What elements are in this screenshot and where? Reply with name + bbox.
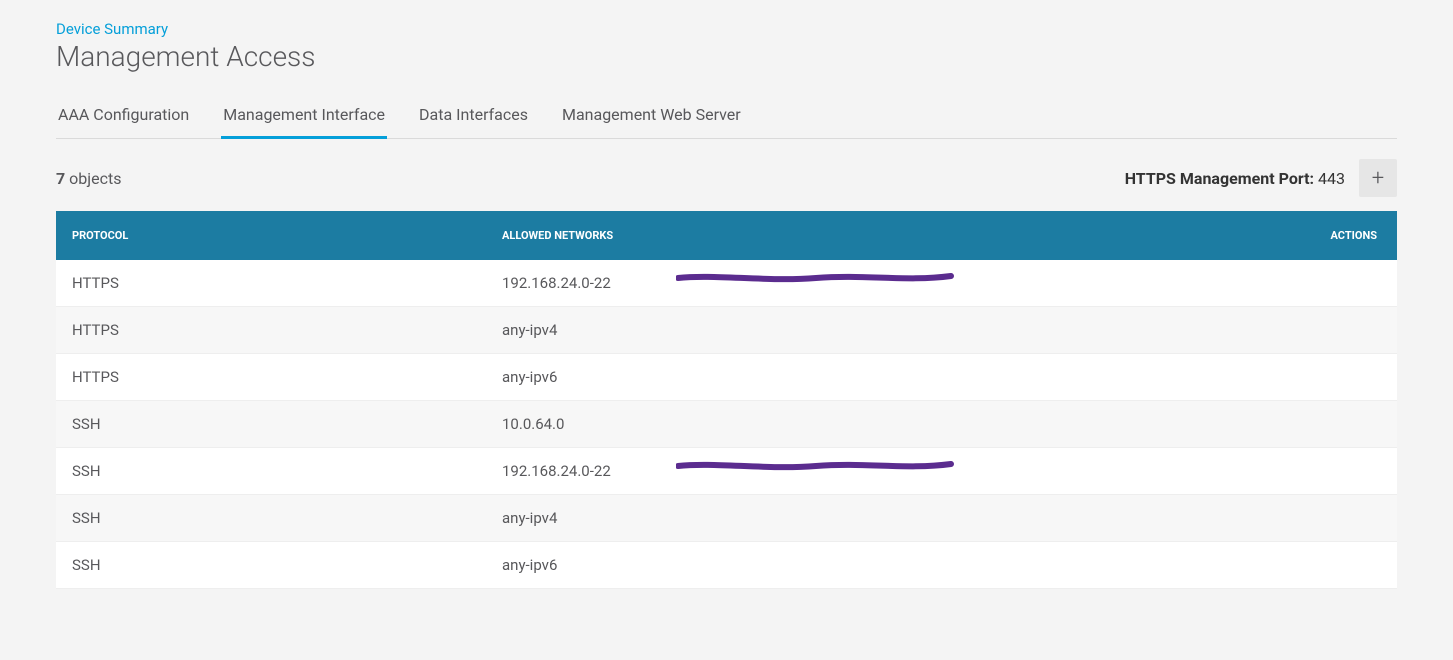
cell-actions	[1302, 354, 1397, 400]
table-row[interactable]: SSHany-ipv6	[56, 542, 1397, 589]
cell-network: any-ipv6	[486, 542, 1302, 588]
tab-management-interface[interactable]: Management Interface	[221, 95, 387, 139]
cell-network: any-ipv4	[486, 495, 1302, 541]
cell-protocol: HTTPS	[56, 260, 486, 306]
table-row[interactable]: SSHany-ipv4	[56, 495, 1397, 542]
cell-actions	[1302, 448, 1397, 494]
table-header: PROTOCOL ALLOWED NETWORKS ACTIONS	[56, 211, 1397, 260]
breadcrumb-device-summary[interactable]: Device Summary	[56, 20, 1397, 38]
page-title: Management Access	[56, 40, 1397, 73]
cell-network: any-ipv6	[486, 354, 1302, 400]
port-value: 443	[1318, 169, 1345, 188]
cell-protocol: SSH	[56, 448, 486, 494]
tab-management-web-server[interactable]: Management Web Server	[560, 95, 743, 139]
cell-network: any-ipv4	[486, 307, 1302, 353]
cell-network: 192.168.24.0-22	[486, 448, 1302, 494]
cell-protocol: HTTPS	[56, 307, 486, 353]
tabs: AAA Configuration Management Interface D…	[56, 95, 1397, 139]
cell-network: 192.168.24.0-22	[486, 260, 1302, 306]
cell-protocol: SSH	[56, 401, 486, 447]
cell-actions	[1302, 260, 1397, 306]
col-header-protocol[interactable]: PROTOCOL	[56, 211, 486, 260]
cell-protocol: SSH	[56, 495, 486, 541]
object-count-number: 7	[56, 169, 65, 188]
redaction-annotation	[676, 268, 956, 288]
cell-actions	[1302, 542, 1397, 588]
tab-aaa-configuration[interactable]: AAA Configuration	[56, 95, 191, 139]
cell-actions	[1302, 401, 1397, 447]
table-row[interactable]: SSH10.0.64.0	[56, 401, 1397, 448]
table-row[interactable]: HTTPS192.168.24.0-22	[56, 260, 1397, 307]
cell-network: 10.0.64.0	[486, 401, 1302, 447]
table-body: HTTPS192.168.24.0-22HTTPSany-ipv4HTTPSan…	[56, 260, 1397, 589]
col-header-networks[interactable]: ALLOWED NETWORKS	[486, 211, 1302, 260]
redaction-annotation	[676, 456, 956, 476]
table-row[interactable]: SSH192.168.24.0-22	[56, 448, 1397, 495]
cell-actions	[1302, 495, 1397, 541]
cell-protocol: SSH	[56, 542, 486, 588]
object-count-suffix: objects	[65, 169, 121, 188]
port-label-prefix: HTTPS Management Port:	[1125, 169, 1318, 188]
col-header-actions: ACTIONS	[1302, 211, 1397, 260]
tab-data-interfaces[interactable]: Data Interfaces	[417, 95, 530, 139]
https-port-label: HTTPS Management Port: 443	[1125, 169, 1345, 188]
plus-icon: +	[1372, 166, 1384, 191]
access-rules-table: PROTOCOL ALLOWED NETWORKS ACTIONS HTTPS1…	[56, 211, 1397, 589]
cell-protocol: HTTPS	[56, 354, 486, 400]
add-button[interactable]: +	[1359, 159, 1397, 197]
cell-actions	[1302, 307, 1397, 353]
table-row[interactable]: HTTPSany-ipv4	[56, 307, 1397, 354]
object-count: 7 objects	[56, 169, 121, 188]
table-row[interactable]: HTTPSany-ipv6	[56, 354, 1397, 401]
